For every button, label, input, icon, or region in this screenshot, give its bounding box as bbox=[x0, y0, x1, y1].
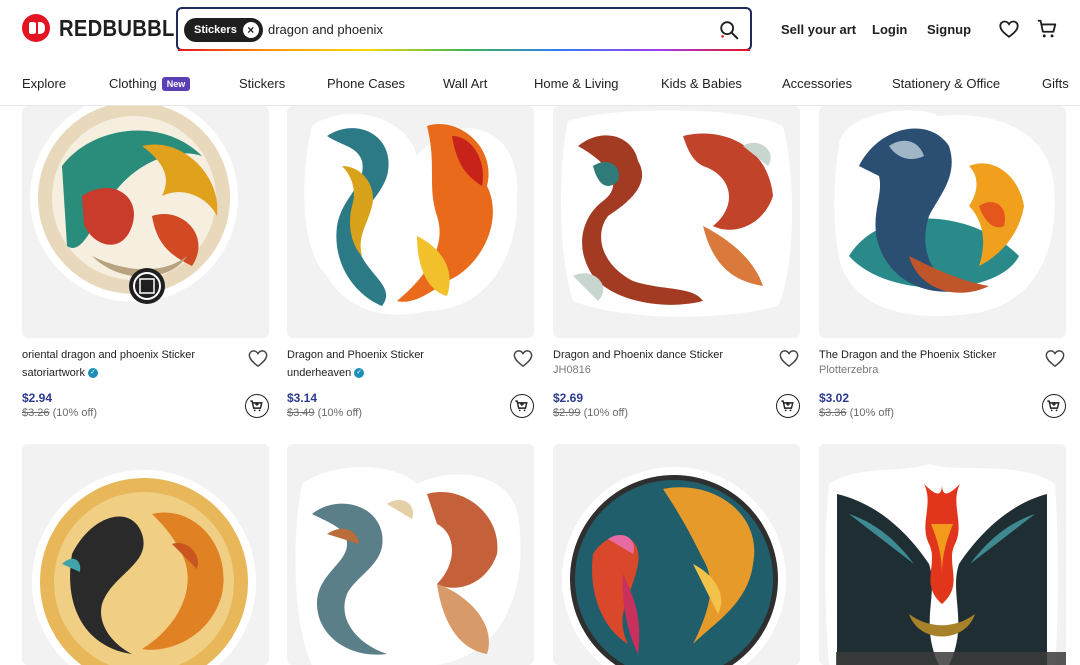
add-to-cart-button[interactable] bbox=[245, 394, 269, 418]
artist-label: Plotterzebra bbox=[819, 364, 879, 376]
nav-stickers[interactable]: Stickers bbox=[239, 76, 285, 91]
category-nav: Explore Clothing New Stickers Phone Cases… bbox=[0, 62, 1080, 106]
artist-name[interactable]: Plotterzebra bbox=[819, 364, 878, 376]
add-to-cart-icon bbox=[515, 400, 528, 412]
favorite-heart-icon[interactable] bbox=[778, 348, 800, 368]
product-image[interactable] bbox=[22, 106, 269, 338]
verified-icon: ✓ bbox=[354, 368, 365, 378]
category-chip-label: Stickers bbox=[194, 24, 237, 36]
product-image[interactable] bbox=[819, 106, 1066, 338]
search-bar[interactable]: Stickers × dragon and phoenix bbox=[176, 7, 752, 51]
favorite-heart-icon[interactable] bbox=[247, 348, 269, 368]
nav-phone-cases[interactable]: Phone Cases bbox=[327, 76, 405, 91]
nav-home-living[interactable]: Home & Living bbox=[534, 76, 619, 91]
struck-price: $3.26 bbox=[22, 407, 50, 419]
struck-price: $3.49 bbox=[287, 407, 315, 419]
redbubble-logo-icon bbox=[22, 14, 50, 42]
cart-icon[interactable] bbox=[1036, 18, 1058, 40]
favorite-heart-icon[interactable] bbox=[512, 348, 534, 368]
add-to-cart-button[interactable] bbox=[776, 394, 800, 418]
nav-clothing[interactable]: Clothing New bbox=[109, 76, 191, 91]
login-link[interactable]: Login bbox=[872, 22, 907, 37]
discount-label: (10% off) bbox=[849, 407, 895, 419]
artist-label: satoriartwork bbox=[22, 367, 85, 379]
product-price: $3.14 bbox=[287, 391, 318, 405]
product-image[interactable] bbox=[287, 106, 534, 338]
artist-name[interactable]: underheaven ✓ bbox=[287, 367, 365, 379]
sell-your-art-link[interactable]: Sell your art bbox=[781, 22, 856, 37]
product-price: $3.02 bbox=[819, 391, 850, 405]
struck-price: $3.36 bbox=[819, 407, 847, 419]
artist-name[interactable]: JH0816 bbox=[553, 364, 591, 376]
nav-wall-art[interactable]: Wall Art bbox=[443, 76, 487, 91]
new-badge: New bbox=[161, 77, 191, 91]
search-icon[interactable] bbox=[718, 19, 740, 41]
original-price: $2.99 (10% off) bbox=[553, 407, 628, 419]
top-header: REDBUBBLE Stickers × dragon and phoenix … bbox=[0, 0, 1080, 58]
signup-link[interactable]: Signup bbox=[927, 22, 971, 37]
original-price: $3.26 (10% off) bbox=[22, 407, 97, 419]
nav-clothing-label: Clothing bbox=[109, 76, 157, 91]
product-image[interactable] bbox=[553, 106, 800, 338]
search-input[interactable]: dragon and phoenix bbox=[268, 22, 383, 37]
nav-kids-babies[interactable]: Kids & Babies bbox=[661, 76, 742, 91]
nav-gifts[interactable]: Gifts bbox=[1042, 76, 1069, 91]
nav-explore[interactable]: Explore bbox=[22, 76, 66, 91]
product-price: $2.94 bbox=[22, 391, 53, 405]
product-price: $2.69 bbox=[553, 391, 584, 405]
add-to-cart-button[interactable] bbox=[510, 394, 534, 418]
discount-label: (10% off) bbox=[317, 407, 363, 419]
struck-price: $2.99 bbox=[553, 407, 581, 419]
add-to-cart-icon bbox=[250, 400, 263, 412]
add-to-cart-icon bbox=[1047, 400, 1060, 412]
favorite-heart-icon[interactable] bbox=[1044, 348, 1066, 368]
wishlist-heart-icon[interactable] bbox=[998, 18, 1020, 40]
category-chip[interactable]: Stickers × bbox=[184, 18, 263, 42]
artist-label: underheaven bbox=[287, 367, 352, 379]
add-to-cart-button[interactable] bbox=[1042, 394, 1066, 418]
original-price: $3.49 (10% off) bbox=[287, 407, 362, 419]
nav-stationery-office[interactable]: Stationery & Office bbox=[892, 76, 1000, 91]
logo-text: REDBUBBLE bbox=[59, 14, 189, 41]
nav-accessories[interactable]: Accessories bbox=[782, 76, 852, 91]
artist-name[interactable]: satoriartwork ✓ bbox=[22, 367, 98, 379]
original-price: $3.36 (10% off) bbox=[819, 407, 894, 419]
discount-label: (10% off) bbox=[583, 407, 629, 419]
product-image[interactable] bbox=[819, 444, 1066, 665]
product-image[interactable] bbox=[553, 444, 800, 665]
discount-label: (10% off) bbox=[52, 407, 98, 419]
product-title[interactable]: Dragon and Phoenix Sticker bbox=[287, 349, 424, 361]
product-title[interactable]: Dragon and Phoenix dance Sticker bbox=[553, 349, 723, 361]
remove-chip-icon[interactable]: × bbox=[242, 22, 259, 38]
artist-label: JH0816 bbox=[553, 364, 591, 376]
add-to-cart-icon bbox=[781, 400, 794, 412]
verified-icon: ✓ bbox=[87, 368, 98, 378]
bottom-overlay-strip bbox=[836, 652, 1066, 665]
product-image[interactable] bbox=[22, 444, 269, 665]
product-title[interactable]: The Dragon and the Phoenix Sticker bbox=[819, 349, 996, 361]
product-title[interactable]: oriental dragon and phoenix Sticker bbox=[22, 349, 195, 361]
product-image[interactable] bbox=[287, 444, 534, 665]
